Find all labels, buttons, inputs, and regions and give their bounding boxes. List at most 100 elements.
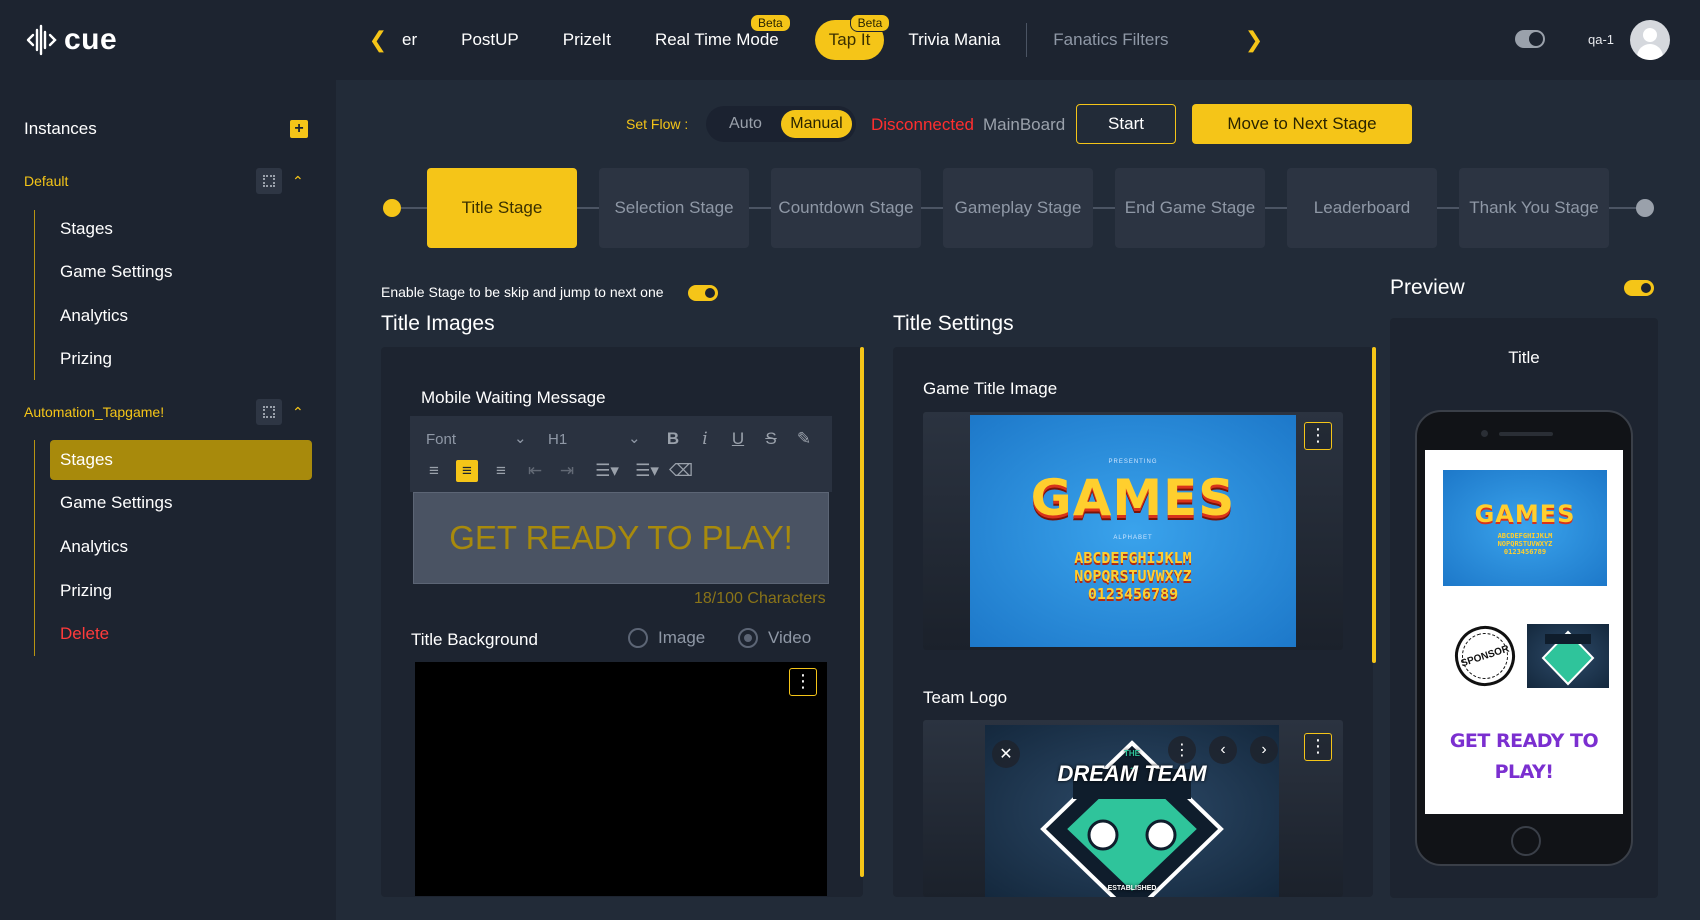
preview-games-line-2: NOPQRSTUVWXYZ <box>1497 540 1553 548</box>
panel-scrollbar[interactable] <box>860 347 864 877</box>
image-options-icon[interactable]: ⋮ <box>1168 736 1196 764</box>
radio-label: Video <box>768 628 812 647</box>
phone-speaker <box>1499 432 1553 436</box>
game-tab-er[interactable]: er <box>390 20 439 60</box>
games-line-1: ABCDEFGHIJKLM <box>1074 549 1192 567</box>
bullet-list-icon[interactable]: ☰▾ <box>630 460 664 482</box>
sidebar-item-game-settings[interactable]: Game Settings <box>60 252 172 292</box>
sidebar-item-prizing[interactable]: Prizing <box>60 339 112 379</box>
outdent-icon[interactable]: ⇤ <box>524 460 546 482</box>
align-right-icon[interactable]: ≡ <box>490 460 512 482</box>
stage-leaderboard[interactable]: Leaderboard <box>1287 168 1437 248</box>
cue-logo-icon <box>26 24 57 56</box>
ordered-list-icon[interactable]: ☰▾ <box>590 460 624 482</box>
beta-badge: Beta <box>849 14 891 32</box>
beta-badge: Beta <box>750 14 791 32</box>
italic-icon[interactable]: i <box>694 428 716 450</box>
game-tabs: er PostUP PrizeIt Real Time Mode Beta Ta… <box>390 0 1191 80</box>
stage-title[interactable]: Title Stage <box>427 168 577 248</box>
more-options-icon[interactable]: ⋮ <box>789 668 817 696</box>
game-tab-tap-it[interactable]: Tap It Beta <box>814 14 891 60</box>
font-select[interactable]: Font <box>426 431 456 448</box>
preview-team-logo <box>1527 624 1609 688</box>
background-image-radio[interactable]: Image <box>628 628 705 648</box>
sidebar-item-stages[interactable]: Stages <box>60 209 113 249</box>
flow-auto-option[interactable]: Auto <box>710 110 781 138</box>
qr-code-icon[interactable] <box>256 399 282 425</box>
games-presenting-text: PRESENTING <box>1108 459 1158 465</box>
games-line-2: NOPQRSTUVWXYZ <box>1074 567 1192 585</box>
more-options-icon[interactable]: ⋮ <box>1304 733 1332 761</box>
tabs-prev-arrow-icon[interactable]: ❮ <box>364 26 392 54</box>
previous-image-icon[interactable]: ‹ <box>1209 736 1237 764</box>
instance-default[interactable]: Default <box>24 173 68 189</box>
text-editor-toolbar: Font ⌄ H1 ⌄ B i U S ✎ ≡ ≡ ≡ ⇤ ⇥ ☰▾ ☰▾ ⌫ <box>410 416 832 492</box>
chevron-up-icon[interactable]: ⌃ <box>292 405 306 419</box>
stage-end-dot <box>1636 199 1654 217</box>
sponsor-logo: SPONSOR <box>1447 618 1523 694</box>
heading-select[interactable]: H1 <box>548 431 567 448</box>
add-instance-button[interactable]: + <box>290 120 308 138</box>
more-options-icon[interactable]: ⋮ <box>1304 422 1332 450</box>
highlight-pen-icon[interactable]: ✎ <box>793 428 815 450</box>
user-name: qa-1 <box>1588 32 1615 47</box>
preview-toggle[interactable] <box>1624 280 1654 296</box>
move-to-next-stage-button[interactable]: Move to Next Stage <box>1192 104 1412 144</box>
qr-code-icon[interactable] <box>256 168 282 194</box>
tabs-next-arrow-icon[interactable]: ❯ <box>1240 26 1268 54</box>
phone-camera <box>1481 430 1488 437</box>
bold-icon[interactable]: B <box>662 428 684 450</box>
align-left-icon[interactable]: ≡ <box>423 460 445 482</box>
sidebar-item-delete[interactable]: Delete <box>60 614 109 654</box>
team-word: DREAM TEAM <box>1057 761 1207 786</box>
flow-manual-option[interactable]: Manual <box>781 110 852 138</box>
preview-ready-line-2: PLAY! <box>1494 761 1554 783</box>
stage-end-game[interactable]: End Game Stage <box>1115 168 1265 248</box>
team-established-text: ESTABLISHED <box>1107 885 1157 892</box>
title-images-heading: Title Images <box>381 312 495 335</box>
skip-stage-toggle[interactable] <box>688 285 718 301</box>
logo[interactable]: cue <box>24 22 117 58</box>
clear-format-icon[interactable]: ⌫ <box>669 460 693 482</box>
game-tab-real-time-mode[interactable]: Real Time Mode Beta <box>633 14 801 60</box>
avatar[interactable] <box>1630 20 1670 60</box>
stage-start-dot <box>383 199 401 217</box>
stage-countdown[interactable]: Countdown Stage <box>771 168 921 248</box>
align-center-icon[interactable]: ≡ <box>456 460 478 482</box>
theme-toggle-icon[interactable] <box>1515 30 1545 48</box>
stage-thank-you[interactable]: Thank You Stage <box>1459 168 1609 248</box>
sidebar-item-prizing[interactable]: Prizing <box>60 571 112 611</box>
stage-gameplay[interactable]: Gameplay Stage <box>943 168 1093 248</box>
preview-panel: Title GAMES ABCDEFGHIJKLM NOPQRSTUVWXYZ … <box>1390 318 1658 898</box>
stage-selection[interactable]: Selection Stage <box>599 168 749 248</box>
game-tab-trivia-mania[interactable]: Trivia Mania <box>898 20 1022 60</box>
sidebar-item-stages-active[interactable]: Stages <box>50 440 312 480</box>
title-background-video <box>415 662 827 896</box>
game-tab-postup[interactable]: PostUP <box>439 20 541 60</box>
chevron-up-icon[interactable]: ⌃ <box>292 174 306 188</box>
underline-icon[interactable]: U <box>727 428 749 450</box>
strikethrough-icon[interactable]: S <box>760 428 782 450</box>
flow-mode-toggle: Auto Manual <box>706 106 856 142</box>
panel-scrollbar[interactable] <box>1372 347 1376 663</box>
sidebar-item-analytics[interactable]: Analytics <box>60 296 128 336</box>
start-button[interactable]: Start <box>1076 104 1176 144</box>
game-tab-label: Trivia Mania <box>908 30 1001 49</box>
dream-team-emblem-icon <box>1541 630 1595 686</box>
preview-games-line-1: ABCDEFGHIJKLM <box>1497 532 1553 540</box>
sidebar-item-analytics[interactable]: Analytics <box>60 527 128 567</box>
chevron-down-icon[interactable]: ⌄ <box>628 429 641 447</box>
next-image-icon[interactable]: › <box>1250 736 1278 764</box>
instance-automation-tapgame[interactable]: Automation_Tapgame! <box>24 404 164 420</box>
sidebar-item-game-settings[interactable]: Game Settings <box>60 483 172 523</box>
board-name: MainBoard <box>983 115 1066 134</box>
remove-image-icon[interactable]: ✕ <box>992 740 1020 768</box>
game-tab-label: er <box>402 30 418 49</box>
game-tab-prizeit[interactable]: PrizeIt <box>541 20 633 60</box>
game-tab-fanatics-filters[interactable]: Fanatics Filters <box>1031 20 1190 60</box>
chevron-down-icon[interactable]: ⌄ <box>514 429 527 447</box>
radio-label: Image <box>658 628 706 647</box>
background-video-radio[interactable]: Video <box>738 628 811 648</box>
waiting-message-editor[interactable]: GET READY TO PLAY! <box>413 492 829 584</box>
indent-icon[interactable]: ⇥ <box>556 460 578 482</box>
